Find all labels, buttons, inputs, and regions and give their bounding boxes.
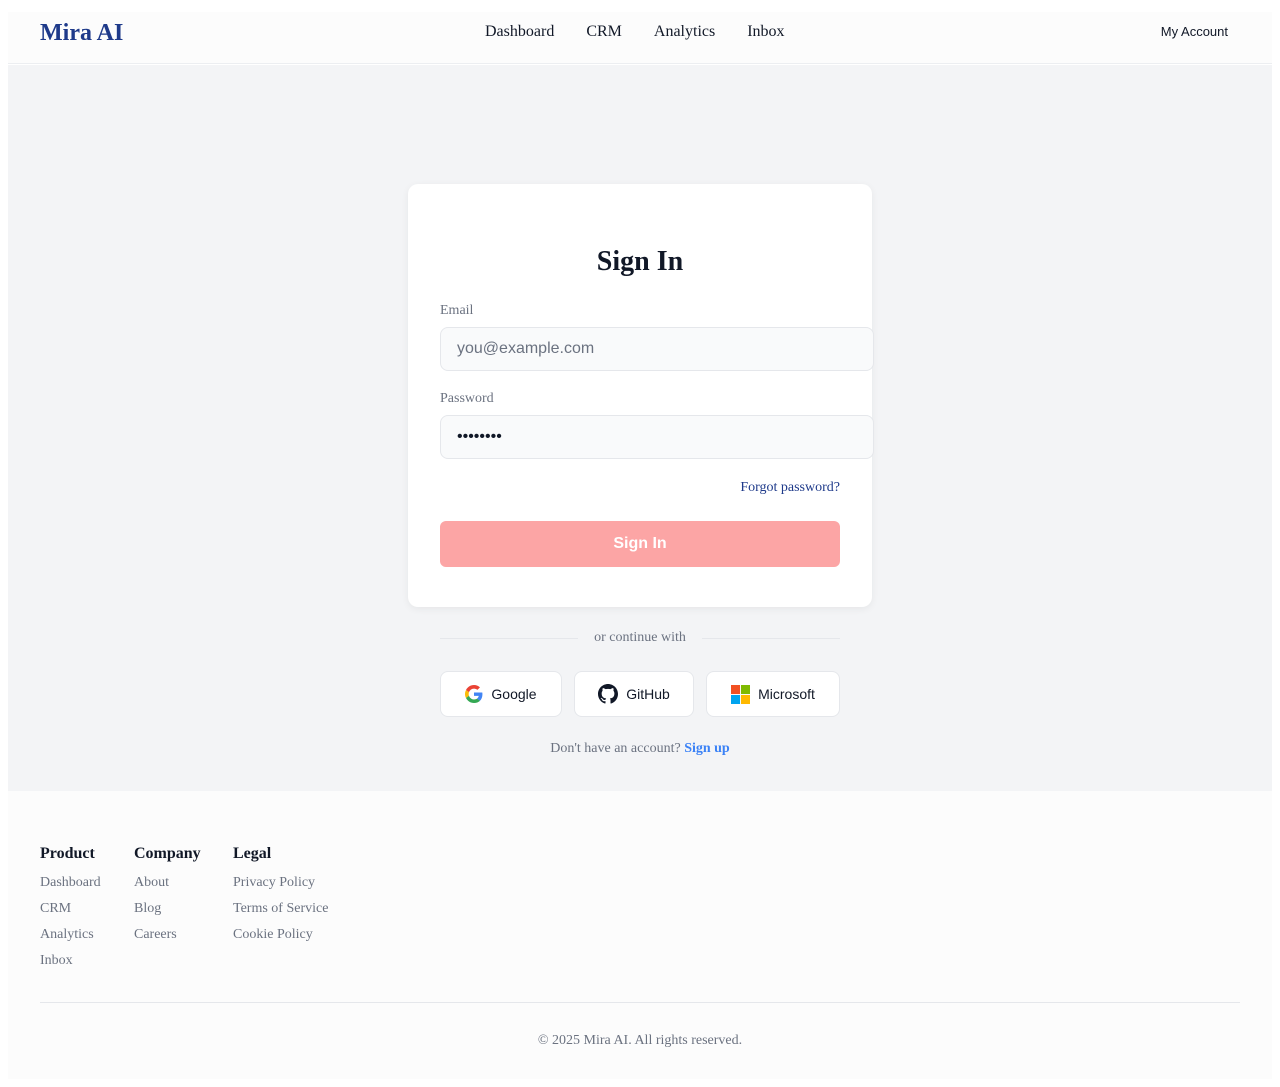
github-label: GitHub [626, 686, 670, 702]
footer-link-crm[interactable]: CRM [40, 900, 101, 918]
google-icon [465, 685, 483, 703]
footer-link-cookies[interactable]: Cookie Policy [233, 926, 328, 944]
footer: Product Dashboard CRM Analytics Inbox Co… [8, 791, 1272, 1079]
microsoft-icon [731, 684, 751, 704]
email-label: Email [440, 303, 474, 318]
footer-link-careers[interactable]: Careers [134, 926, 201, 944]
page: Mira AI Dashboard CRM Analytics Inbox My… [8, 12, 1272, 1079]
footer-link-inbox[interactable]: Inbox [40, 952, 101, 970]
nav-dashboard[interactable]: Dashboard [485, 22, 554, 42]
main-nav: Dashboard CRM Analytics Inbox [485, 22, 785, 42]
microsoft-label: Microsoft [758, 686, 815, 702]
email-input[interactable] [440, 327, 874, 371]
footer-column-legal: Legal Privacy Policy Terms of Service Co… [233, 844, 328, 952]
footer-heading-company: Company [134, 845, 201, 862]
nav-crm[interactable]: CRM [586, 22, 622, 42]
my-account-link[interactable]: My Account [1161, 24, 1228, 40]
google-label: Google [491, 686, 537, 702]
no-account-text: Don't have an account? [550, 741, 681, 756]
footer-heading-product: Product [40, 845, 95, 862]
signin-title: Sign In [596, 246, 684, 277]
footer-link-blog[interactable]: Blog [134, 900, 201, 918]
github-signin-button[interactable]: GitHub [574, 671, 694, 717]
footer-divider [40, 1002, 1240, 1003]
footer-column-product: Product Dashboard CRM Analytics Inbox [40, 844, 101, 978]
copyright-text: © 2025 Mira AI. All rights reserved. [537, 1033, 743, 1048]
github-icon [598, 684, 619, 704]
microsoft-signin-button[interactable]: Microsoft [706, 671, 840, 717]
signin-card: Sign In Email Password Forgot password? … [408, 184, 874, 607]
divider-line-right [702, 638, 840, 639]
footer-column-company: Company About Blog Careers [134, 844, 201, 952]
nav-analytics[interactable]: Analytics [654, 22, 715, 42]
brand-logo[interactable]: Mira AI [40, 18, 123, 48]
google-signin-button[interactable]: Google [440, 671, 562, 717]
signup-link[interactable]: Sign up [684, 741, 730, 756]
footer-link-dashboard[interactable]: Dashboard [40, 874, 101, 892]
signup-prompt: Don't have an account? Sign up [8, 740, 1272, 758]
footer-link-analytics[interactable]: Analytics [40, 926, 101, 944]
forgot-password-link[interactable]: Forgot password? [740, 479, 840, 497]
password-input[interactable] [440, 415, 874, 459]
footer-link-about[interactable]: About [134, 874, 201, 892]
signin-button[interactable]: Sign In [440, 521, 840, 567]
password-label: Password [440, 391, 494, 406]
footer-link-privacy[interactable]: Privacy Policy [233, 874, 328, 892]
main-content: Sign In Email Password Forgot password? … [8, 65, 1272, 791]
top-navbar: Mira AI Dashboard CRM Analytics Inbox My… [8, 12, 1272, 64]
continue-divider: or continue with [440, 628, 840, 648]
footer-heading-legal: Legal [233, 845, 272, 862]
nav-inbox[interactable]: Inbox [747, 22, 784, 42]
footer-link-terms[interactable]: Terms of Service [233, 900, 328, 918]
